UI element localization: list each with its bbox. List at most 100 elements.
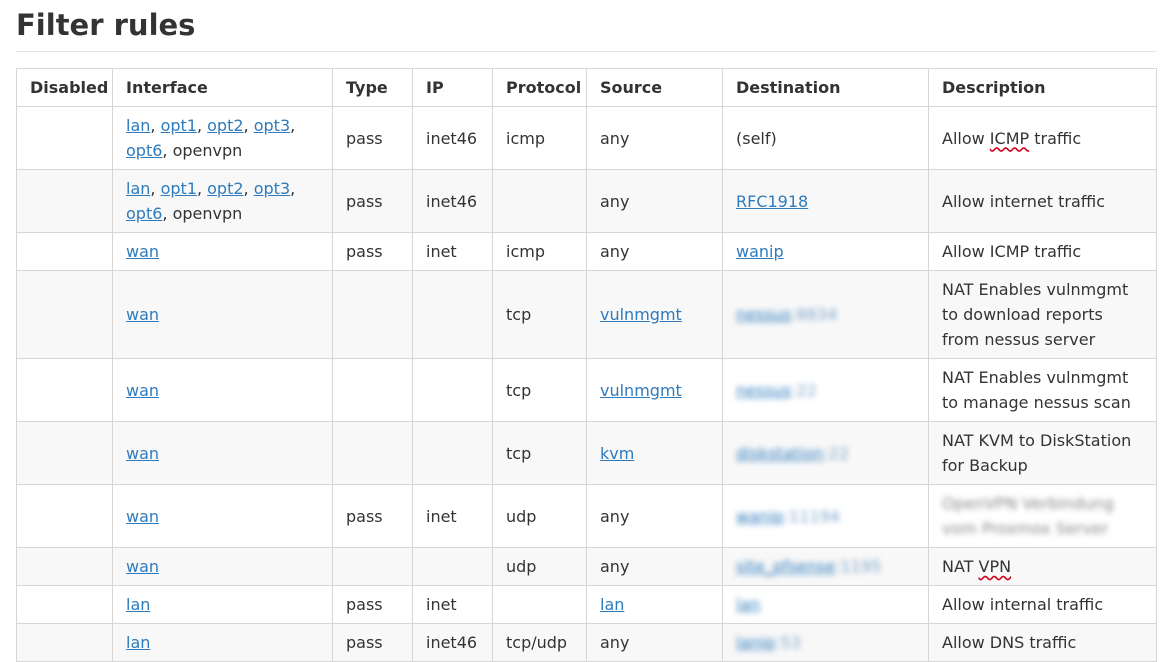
- interface-link[interactable]: wan: [126, 507, 159, 526]
- header-interface: Interface: [112, 68, 333, 107]
- source-text: any: [600, 242, 630, 261]
- cell-interface: wan: [112, 421, 333, 485]
- cell-type: [332, 358, 413, 422]
- header-description: Description: [928, 68, 1157, 107]
- cell-destination: (self): [722, 106, 929, 170]
- interface-link[interactable]: lan: [126, 179, 150, 198]
- interface-link[interactable]: wan: [126, 444, 159, 463]
- table-row: lan, opt1, opt2, opt3, opt6, openvpn pass i…: [16, 169, 1157, 233]
- source-text: any: [600, 128, 630, 148]
- cell-destination: wanip:11194: [722, 484, 929, 548]
- page-content: Filter rules Disabled Interface Type IP …: [16, 0, 1157, 662]
- description-text: VPN: [978, 557, 1012, 576]
- table-header-row: Disabled Interface Type IP Protocol Sour…: [16, 68, 1157, 107]
- interface-link[interactable]: lan: [126, 595, 150, 614]
- cell-source: any: [586, 106, 723, 170]
- interface-link[interactable]: opt6: [126, 141, 162, 160]
- interface-text: ,: [243, 179, 254, 198]
- description-text: Allow ICMP traffic: [942, 242, 1082, 261]
- cell-interface: wan: [112, 358, 333, 422]
- interface-link[interactable]: opt3: [254, 179, 290, 198]
- cell-protocol: tcp: [492, 270, 587, 359]
- destination-text: :11194: [783, 506, 840, 526]
- destination-link[interactable]: nessus: [736, 381, 791, 400]
- cell-type: [332, 547, 413, 586]
- cell-type: pass: [332, 232, 413, 271]
- cell-ip: [412, 358, 493, 422]
- cell-interface: wan: [112, 547, 333, 586]
- interface-link[interactable]: wan: [126, 305, 159, 324]
- interface-link[interactable]: opt2: [207, 116, 243, 135]
- destination-link[interactable]: lanip: [736, 633, 775, 652]
- source-link[interactable]: vulnmgmt: [600, 381, 682, 400]
- destination-link[interactable]: diskstation: [736, 444, 823, 463]
- destination-text: :53: [775, 633, 801, 652]
- cell-type: pass: [332, 585, 413, 624]
- source-link[interactable]: kvm: [600, 444, 634, 463]
- cell-destination: lan: [722, 585, 929, 624]
- cell-description: Allow internet traffic: [928, 169, 1157, 233]
- cell-source: any: [586, 484, 723, 548]
- cell-type: [332, 421, 413, 485]
- cell-disabled: [16, 484, 113, 548]
- source-text: any: [600, 506, 630, 526]
- interface-link[interactable]: opt6: [126, 204, 162, 223]
- destination-link[interactable]: wanip: [736, 507, 784, 526]
- description-text: NAT KVM to DiskStation for Backup: [942, 431, 1132, 475]
- description-text: Allow internet traffic: [942, 191, 1106, 211]
- header-ip: IP: [412, 68, 493, 107]
- cell-interface: lan, opt1, opt2, opt3, opt6, openvpn: [112, 169, 333, 233]
- interface-text: ,: [196, 179, 208, 198]
- table-row: wan pass inet udp any wanip:11194 OpenVPN Verb…: [16, 484, 1157, 548]
- source-link[interactable]: vulnmgmt: [600, 305, 682, 324]
- cell-destination: site_pfsense:1195: [722, 547, 929, 586]
- destination-text: :8834: [791, 305, 838, 324]
- destination-text: :22: [823, 443, 850, 463]
- interface-link[interactable]: opt1: [161, 116, 197, 135]
- cell-description: NAT Enables vulnmgmt to download reports…: [928, 270, 1157, 359]
- destination-link[interactable]: RFC1918: [736, 192, 808, 211]
- description-text: NAT Enables vulnmgmt to manage nessus sc…: [942, 368, 1131, 412]
- cell-source: vulnmgmt: [586, 270, 723, 359]
- cell-ip: inet46: [412, 106, 493, 170]
- cell-type: pass: [332, 623, 413, 662]
- interface-link[interactable]: opt1: [161, 179, 197, 198]
- cell-protocol: udp: [492, 484, 587, 548]
- interface-link[interactable]: wan: [126, 381, 159, 400]
- source-text: any: [600, 191, 630, 211]
- description-text: ICMP: [989, 128, 1030, 148]
- cell-ip: inet46: [412, 169, 493, 233]
- table-row: lan, opt1, opt2, opt3, opt6, openvpn pass i…: [16, 106, 1157, 170]
- description-text: traffic: [1029, 128, 1082, 148]
- table-row: lan pass inet46 tcp/udp any lanip:53 Allow DNS…: [16, 623, 1157, 662]
- interface-link[interactable]: lan: [126, 633, 150, 652]
- cell-protocol: tcp: [492, 358, 587, 422]
- destination-link[interactable]: site_pfsense: [736, 557, 835, 576]
- destination-link[interactable]: nessus: [736, 305, 791, 324]
- interface-link[interactable]: opt2: [207, 179, 243, 198]
- interface-link[interactable]: wan: [126, 242, 159, 261]
- cell-description: Allow DNS traffic: [928, 623, 1157, 662]
- cell-disabled: [16, 106, 113, 170]
- cell-destination: diskstation:22: [722, 421, 929, 485]
- description-text: NAT Enables vulnmgmt to download reports…: [942, 280, 1129, 349]
- cell-ip: inet46: [412, 623, 493, 662]
- destination-link[interactable]: wanip: [736, 242, 784, 261]
- cell-source: any: [586, 547, 723, 586]
- cell-protocol: icmp: [492, 232, 587, 271]
- cell-protocol: tcp/udp: [492, 623, 587, 662]
- interface-link[interactable]: wan: [126, 557, 159, 576]
- interface-link[interactable]: lan: [126, 116, 150, 135]
- cell-interface: wan: [112, 232, 333, 271]
- destination-link[interactable]: lan: [736, 595, 760, 614]
- source-link[interactable]: lan: [600, 595, 624, 614]
- cell-interface: wan: [112, 484, 333, 548]
- description-text: Allow DNS traffic: [942, 633, 1077, 652]
- page-title: Filter rules: [16, 0, 1156, 52]
- cell-ip: inet: [412, 232, 493, 271]
- cell-description: NAT VPN: [928, 547, 1157, 586]
- cell-disabled: [16, 232, 113, 271]
- cell-source: vulnmgmt: [586, 358, 723, 422]
- interface-link[interactable]: opt3: [254, 116, 290, 135]
- description-text: OpenVPN Verbindung vom Proxmox Server: [942, 494, 1114, 538]
